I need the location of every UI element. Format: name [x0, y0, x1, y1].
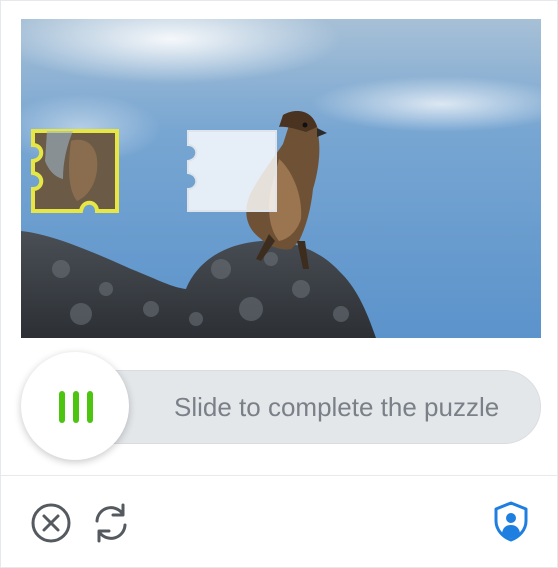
close-button[interactable]: [29, 501, 73, 545]
puzzle-target-slot: [187, 130, 277, 212]
puzzle-scene: [21, 19, 541, 338]
puzzle-image: [21, 19, 541, 338]
refresh-button[interactable]: [89, 501, 133, 545]
grip-icon: [59, 391, 93, 423]
captcha-widget: Slide to complete the puzzle: [0, 0, 558, 568]
footer-divider: [1, 475, 558, 476]
shield-user-icon: [494, 501, 528, 542]
slider-handle[interactable]: [21, 352, 129, 460]
puzzle-piece[interactable]: [31, 129, 119, 213]
security-info-button[interactable]: [489, 499, 533, 543]
slider-hint: Slide to complete the puzzle: [174, 392, 500, 422]
refresh-icon: [95, 503, 127, 543]
close-circle-icon: [31, 503, 71, 543]
